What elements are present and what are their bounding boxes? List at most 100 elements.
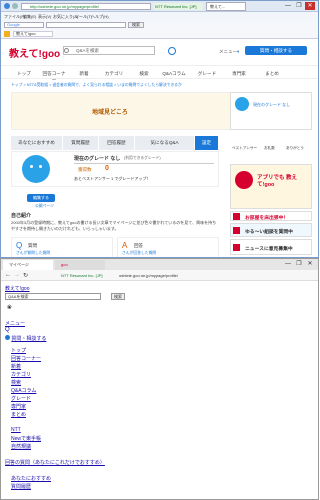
side-user-grade[interactable]: 現在のグレード なし (253, 102, 290, 108)
edge-nav-item[interactable]: 回答コーナー (11, 355, 41, 362)
goo-page: 教えて!goo Q&Aを検索 メニュー ▾ 質問・相談する トップ 回答コーナー… (1, 39, 318, 257)
q-more-link[interactable]: さんが質問した質問 (16, 251, 50, 256)
edge-nav-item[interactable]: トップ (11, 347, 26, 354)
public-page-link[interactable]: 公開ページ (35, 204, 54, 209)
edge-url[interactable]: oshiete.goo.ne.jp/mypage/profile/ (119, 273, 178, 278)
app-badge-icon (235, 171, 253, 189)
best-answer-text: あとベストアンサー 1 でグレードアップ！ (74, 176, 151, 181)
news-ad[interactable]: ニュースに意見募集中 (230, 239, 312, 255)
edge-close-button[interactable]: ✕ (305, 260, 315, 268)
edge-nav-item[interactable]: 検索 (11, 379, 21, 386)
nav-column[interactable]: Q&Aコラム (161, 71, 187, 77)
search-engine-box[interactable]: Google (4, 22, 44, 28)
grade-subtitle: (利用できるグレード) (124, 156, 161, 160)
edge-sub-item[interactable]: 自然規議 (11, 443, 31, 450)
nav-matome[interactable]: まとめ (259, 71, 285, 77)
chat-ad[interactable]: ゆる〜い組談を質問中 (230, 223, 312, 237)
edge-tab-active[interactable]: マイページ (3, 260, 53, 270)
nav-grade[interactable]: グレード (194, 71, 220, 77)
edge-sub-item[interactable]: Newで東手帳 (11, 435, 41, 442)
answer-summary[interactable]: A 回答 さんが回答した質問 (117, 237, 219, 257)
menu-view[interactable]: 表示(V) (38, 14, 51, 20)
favorites-star-icon[interactable] (4, 31, 10, 37)
toolbar-search-button[interactable]: 検索 (128, 22, 144, 28)
edge-logo[interactable]: 教えて!goo (5, 285, 29, 292)
goo-logo[interactable]: 教えて!goo (9, 45, 60, 60)
avatar-eye-icon (39, 165, 42, 168)
edge-search-input[interactable]: Q&Aを検索 (5, 293, 101, 300)
breadcrumb-item[interactable]: いまの質問でよくしたら解決できるか (117, 83, 181, 87)
edge-minimize-button[interactable]: — (283, 260, 293, 268)
banner-text: 地域見どころ (92, 110, 128, 116)
edge-nav-item[interactable]: 新着 (11, 363, 21, 370)
a-icon: A (122, 241, 128, 250)
a-more-link[interactable]: さんが回答した質問 (122, 251, 156, 256)
favorites-tab[interactable]: 教えて!goo (13, 31, 53, 37)
ask-question-button[interactable]: 質問・相談する (245, 46, 307, 55)
nav-category[interactable]: カテゴリ (101, 71, 127, 77)
ie-window: http://oshiete.goo.ne.jp/mypage/profile/… (0, 0, 319, 258)
self-intro-text: 2000年3月の登録時期に、教えてgooの書ける長い文章でマイページに並び色々書… (11, 220, 217, 231)
profile-avatar-icon (22, 155, 50, 183)
edge-footer-link[interactable]: あなたにおすすめ (11, 475, 51, 482)
ie-tab[interactable]: 教えて... (206, 2, 246, 11)
edge-q-icon[interactable]: Q (5, 327, 10, 333)
menu-chevron-icon[interactable]: ▾ (237, 49, 239, 55)
room-ad[interactable]: お部屋を床出張中！ (230, 211, 312, 221)
edge-sub-item[interactable]: NTT (11, 427, 21, 433)
back-icon[interactable]: ← (5, 272, 11, 278)
edge-footer-link[interactable]: 質問履歴 (11, 483, 31, 490)
edge-site-badge[interactable]: NTT Resonant Inc. [JP] (61, 273, 103, 278)
forward-icon[interactable]: → (14, 272, 20, 278)
question-summary[interactable]: Q 質問 さんが質問した質問 (11, 237, 113, 257)
toolbar-search-input[interactable] (46, 22, 126, 28)
menu-tools[interactable]: ツール(T) (75, 14, 92, 20)
nav-answer-corner[interactable]: 回答コーナー (41, 71, 67, 83)
nav-expert[interactable]: 専門家 (226, 71, 252, 77)
edge-nav-item[interactable]: グレード (11, 395, 31, 402)
banner[interactable]: 地域見どころ (11, 92, 235, 130)
forward-icon[interactable] (12, 3, 18, 9)
breadcrumb-item[interactable]: 退会者の質問で、よく見られる相談 (52, 83, 113, 87)
minimize-button[interactable]: — (283, 2, 293, 10)
menu-link[interactable]: メニュー (219, 49, 237, 55)
tab-answer-history[interactable]: 回答履歴 (99, 136, 135, 150)
close-button[interactable]: ✕ (305, 2, 315, 10)
app-ad[interactable]: アプリでも 教えて!goo (230, 164, 312, 209)
edge-menu-link[interactable]: メニュー (5, 320, 25, 327)
edge-ask-link[interactable]: 質問・相談する (5, 335, 46, 342)
edge-tab2-title: goo (61, 262, 68, 267)
refresh-icon[interactable]: ↻ (23, 272, 28, 279)
tab-recommend[interactable]: あなたにおすすめ (11, 136, 63, 150)
address-bar[interactable]: http://oshiete.goo.ne.jp/mypage/profile/ (21, 3, 151, 10)
edge-nav-item[interactable]: Q&Aコラム (11, 387, 36, 394)
edge-nav-item[interactable]: カテゴリ (11, 371, 31, 378)
menu-file[interactable]: ファイル(F) (4, 14, 25, 20)
self-intro-title: 自己紹介 (11, 213, 32, 219)
nav-new[interactable]: 新着 (71, 71, 97, 77)
nav-search[interactable]: 検索 (131, 71, 157, 77)
menu-help[interactable]: ヘルプ(H) (91, 14, 109, 20)
profile-edit-button[interactable]: 編集する (27, 194, 55, 202)
site-identity-badge[interactable]: NTT Resonant Inc. [JP] (153, 3, 203, 10)
menu-edit[interactable]: 編集(E) (23, 14, 36, 20)
edge-nav-item[interactable]: 専門家 (11, 403, 26, 410)
stat-best-answer: ベストアンサー (232, 146, 258, 150)
nav-top[interactable]: トップ (11, 71, 37, 77)
edge-tab-2[interactable]: goo (55, 260, 105, 270)
tab-watch-qa[interactable]: 気になるQ&A (135, 136, 195, 150)
breadcrumb: トップ > NTT&受取組 > 退会者の質問で、よく見られる相談 > いまの質問… (11, 83, 182, 87)
edge-tab-strip: マイページ goo — ❐ ✕ (1, 259, 318, 270)
back-icon[interactable] (4, 3, 10, 9)
edge-nav-item[interactable]: まとめ (11, 411, 26, 418)
tab-settings[interactable]: 設定 (195, 136, 219, 150)
maximize-button[interactable]: ❐ (294, 2, 304, 10)
edge-maximize-button[interactable]: ❐ (294, 260, 304, 268)
edge-search-button[interactable]: 検索 (111, 293, 125, 300)
breadcrumb-item[interactable]: NTT&受取組 (27, 83, 48, 87)
qa-search-input[interactable]: Q&Aを検索 (63, 46, 155, 55)
edge-footer-link[interactable]: 回答の質問（あなたにこれだけでおすすめ） (5, 459, 105, 466)
breadcrumb-item[interactable]: トップ (11, 83, 22, 87)
tab-question-history[interactable]: 質問履歴 (63, 136, 99, 150)
goo-circle-icon[interactable] (168, 47, 176, 55)
